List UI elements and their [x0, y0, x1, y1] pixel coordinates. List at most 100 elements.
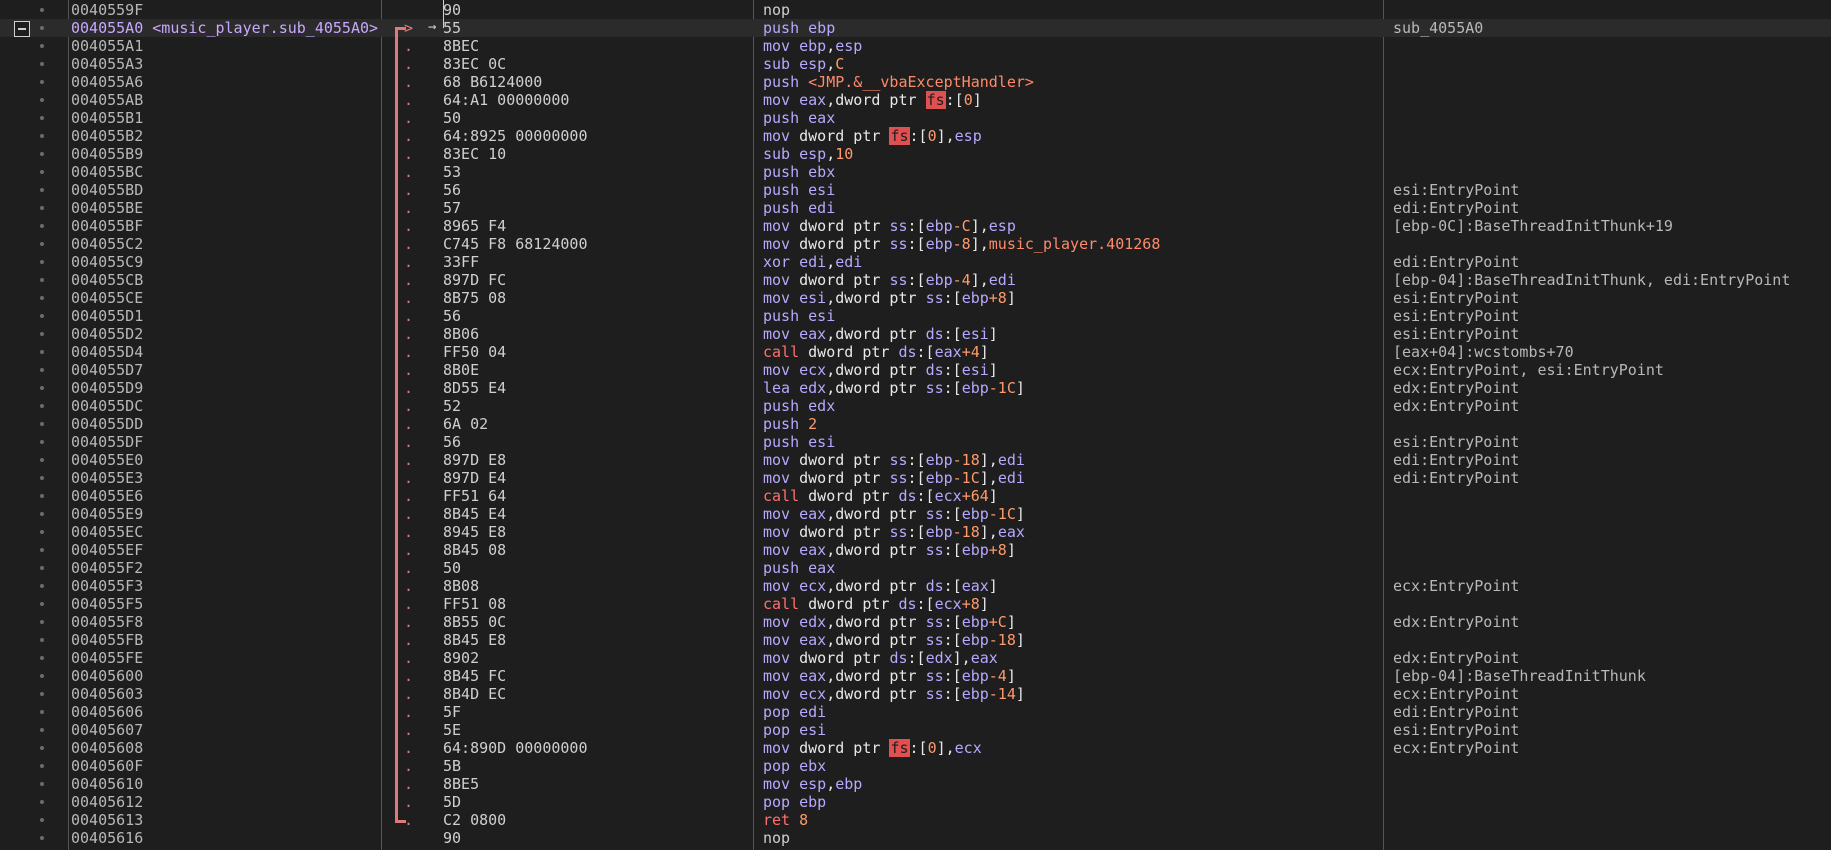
bytes-cell[interactable]: 50 [443, 559, 743, 577]
breakpoint-dot[interactable] [40, 206, 44, 210]
breakpoint-dot[interactable] [40, 836, 44, 840]
disassembly-cell[interactable]: mov eax,dword ptr ds:[esi] [763, 325, 1383, 343]
breakpoint-dot[interactable] [40, 350, 44, 354]
instruction-row[interactable]: 00405610. 8BE5 mov esp,ebp [0, 775, 1831, 793]
breakpoint-dot[interactable] [40, 728, 44, 732]
disassembly-cell[interactable]: push eax [763, 109, 1383, 127]
address-cell[interactable]: 00405603 [71, 685, 384, 703]
breakpoint-dot[interactable] [40, 584, 44, 588]
instruction-row[interactable]: 004055A0 <music_player.sub_4055A0> >55 pus… [0, 19, 1831, 37]
instruction-row[interactable]: 004055A6. 68 B6124000 push <JMP.&__vbaExce… [0, 73, 1831, 91]
bytes-cell[interactable]: 56 [443, 307, 743, 325]
instruction-row[interactable]: 004055B9. 83EC 10 sub esp,10 [0, 145, 1831, 163]
bytes-cell[interactable]: 8965 F4 [443, 217, 743, 235]
breakpoint-dot[interactable] [40, 134, 44, 138]
bytes-cell[interactable]: 8B55 0C [443, 613, 743, 631]
address-cell[interactable]: 00405600 [71, 667, 384, 685]
address-cell[interactable]: 004055F8 [71, 613, 384, 631]
breakpoint-dot[interactable] [40, 512, 44, 516]
breakpoint-dot[interactable] [40, 440, 44, 444]
breakpoint-dot[interactable] [40, 260, 44, 264]
instruction-row[interactable]: 004055A1. 8BEC mov ebp,esp [0, 37, 1831, 55]
disassembly-cell[interactable]: pop edi [763, 703, 1383, 721]
instruction-row[interactable]: 004055B2. 64:8925 00000000 mov dword ptr f… [0, 127, 1831, 145]
disassembly-cell[interactable]: mov ecx,dword ptr ss:[ebp-14] [763, 685, 1383, 703]
bytes-cell[interactable]: 5D [443, 793, 743, 811]
disassembly-cell[interactable]: mov eax,dword ptr ss:[ebp-4] [763, 667, 1383, 685]
bytes-cell[interactable]: FF51 64 [443, 487, 743, 505]
disassembly-cell[interactable]: mov dword ptr ss:[ebp-4],edi [763, 271, 1383, 289]
bytes-cell[interactable]: 90 [443, 1, 743, 19]
comment-cell[interactable]: esi:EntryPoint [1393, 721, 1831, 739]
address-cell[interactable]: 004055DC [71, 397, 384, 415]
bytes-cell[interactable]: C2 0800 [443, 811, 743, 829]
disassembly-cell[interactable]: mov ecx,dword ptr ds:[eax] [763, 577, 1383, 595]
breakpoint-dot[interactable] [40, 62, 44, 66]
instruction-row[interactable]: 004055BD. 56 push esi esi:EntryPoint [0, 181, 1831, 199]
address-cell[interactable]: 004055F3 [71, 577, 384, 595]
breakpoint-dot[interactable] [40, 656, 44, 660]
disassembly-cell[interactable]: push esi [763, 433, 1383, 451]
bytes-cell[interactable]: 33FF [443, 253, 743, 271]
disassembly-cell[interactable]: mov dword ptr ss:[ebp-18],edi [763, 451, 1383, 469]
comment-cell[interactable]: edi:EntryPoint [1393, 253, 1831, 271]
instruction-row[interactable]: 004055CB. 897D FC mov dword ptr ss:[ebp-4]… [0, 271, 1831, 289]
address-cell[interactable]: 004055A6 [71, 73, 384, 91]
comment-cell[interactable]: edx:EntryPoint [1393, 397, 1831, 415]
instruction-row[interactable]: 00405600. 8B45 FC mov eax,dword ptr ss:[eb… [0, 667, 1831, 685]
bytes-cell[interactable]: C745 F8 68124000 [443, 235, 743, 253]
bytes-cell[interactable]: 53 [443, 163, 743, 181]
breakpoint-dot[interactable] [40, 476, 44, 480]
bytes-cell[interactable]: FF51 08 [443, 595, 743, 613]
instruction-row[interactable]: 004055F8. 8B55 0C mov edx,dword ptr ss:[eb… [0, 613, 1831, 631]
comment-cell[interactable]: edx:EntryPoint [1393, 649, 1831, 667]
disassembly-cell[interactable]: push eax [763, 559, 1383, 577]
comment-cell[interactable]: [ebp-04]:BaseThreadInitThunk [1393, 667, 1831, 685]
comment-cell[interactable]: esi:EntryPoint [1393, 433, 1831, 451]
bytes-cell[interactable]: 8B06 [443, 325, 743, 343]
instruction-row[interactable]: 00405603. 8B4D EC mov ecx,dword ptr ss:[eb… [0, 685, 1831, 703]
disassembly-cell[interactable]: ret 8 [763, 811, 1383, 829]
comment-cell[interactable]: edi:EntryPoint [1393, 451, 1831, 469]
address-cell[interactable]: 00405608 [71, 739, 384, 757]
breakpoint-dot[interactable] [40, 188, 44, 192]
collapse-function-icon[interactable] [14, 21, 30, 37]
bytes-cell[interactable]: 8B45 E4 [443, 505, 743, 523]
bytes-cell[interactable]: FF50 04 [443, 343, 743, 361]
breakpoint-dot[interactable] [40, 422, 44, 426]
address-cell[interactable]: 004055D4 [71, 343, 384, 361]
disassembly-cell[interactable]: call dword ptr ds:[ecx+8] [763, 595, 1383, 613]
address-cell[interactable]: 004055B2 [71, 127, 384, 145]
address-cell[interactable]: 00405607 [71, 721, 384, 739]
address-cell[interactable]: 004055E3 [71, 469, 384, 487]
disassembly-cell[interactable]: call dword ptr ds:[eax+4] [763, 343, 1383, 361]
instruction-row[interactable]: 004055B1. 50 push eax [0, 109, 1831, 127]
instruction-row[interactable]: 004055F3. 8B08 mov ecx,dword ptr ds:[eax] e… [0, 577, 1831, 595]
instruction-row[interactable]: 004055EC. 8945 E8 mov dword ptr ss:[ebp-18… [0, 523, 1831, 541]
address-cell[interactable]: 004055FE [71, 649, 384, 667]
bytes-cell[interactable]: 56 [443, 433, 743, 451]
comment-cell[interactable]: edx:EntryPoint [1393, 613, 1831, 631]
bytes-cell[interactable]: 8BE5 [443, 775, 743, 793]
bytes-cell[interactable]: 5E [443, 721, 743, 739]
breakpoint-dot[interactable] [40, 116, 44, 120]
instruction-row[interactable]: 00405612. 5D pop ebp [0, 793, 1831, 811]
breakpoint-dot[interactable] [40, 80, 44, 84]
comment-cell[interactable]: [eax+04]:wcstombs+70 [1393, 343, 1831, 361]
instruction-row[interactable]: 004055BC. 53 push ebx [0, 163, 1831, 181]
breakpoint-dot[interactable] [40, 818, 44, 822]
bytes-cell[interactable]: 64:A1 00000000 [443, 91, 743, 109]
comment-cell[interactable]: sub_4055A0 [1393, 19, 1831, 37]
disassembly-cell[interactable]: push esi [763, 181, 1383, 199]
address-cell[interactable]: 004055C9 [71, 253, 384, 271]
comment-cell[interactable]: edi:EntryPoint [1393, 199, 1831, 217]
address-cell[interactable]: 004055E9 [71, 505, 384, 523]
address-cell[interactable]: 004055BD [71, 181, 384, 199]
breakpoint-dot[interactable] [40, 800, 44, 804]
disassembly-cell[interactable]: sub esp,C [763, 55, 1383, 73]
bytes-cell[interactable]: 8B08 [443, 577, 743, 595]
address-cell[interactable]: 004055C2 [71, 235, 384, 253]
disassembly-cell[interactable]: mov eax,dword ptr fs:[0] [763, 91, 1383, 109]
address-cell[interactable]: 004055BF [71, 217, 384, 235]
breakpoint-dot[interactable] [40, 170, 44, 174]
